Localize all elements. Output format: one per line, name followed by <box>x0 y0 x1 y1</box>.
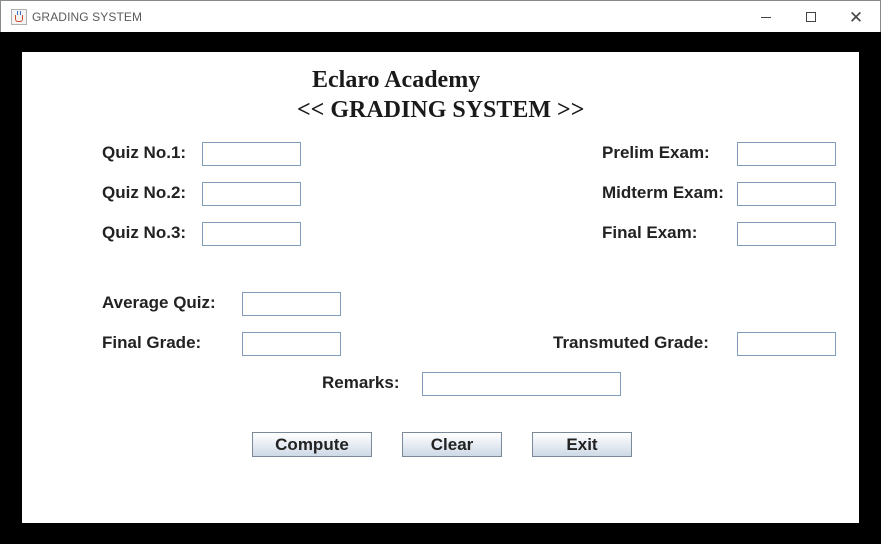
prelim-exam-input[interactable] <box>737 142 836 166</box>
quiz2-label: Quiz No.2: <box>102 183 187 202</box>
final-grade-label: Final Grade: <box>102 333 202 352</box>
window-title: GRADING SYSTEM <box>32 10 143 24</box>
transmuted-grade-field[interactable] <box>737 332 836 356</box>
prelim-exam-label: Prelim Exam: <box>602 143 710 162</box>
quiz1-label: Quiz No.1: <box>102 143 187 162</box>
average-quiz-field[interactable] <box>242 292 341 316</box>
remarks-field[interactable] <box>422 372 621 396</box>
clear-button[interactable]: Clear <box>402 432 502 457</box>
title-bar: GRADING SYSTEM ✕ <box>0 0 881 32</box>
quiz1-input[interactable] <box>202 142 301 166</box>
maximize-button[interactable] <box>788 1 834 33</box>
quiz3-input[interactable] <box>202 222 301 246</box>
school-name-heading: Eclaro Academy <box>312 67 481 93</box>
compute-button[interactable]: Compute <box>252 432 372 457</box>
quiz3-label: Quiz No.3: <box>102 223 187 242</box>
grading-form-panel: Eclaro Academy << GRADING SYSTEM >> Quiz… <box>22 52 859 523</box>
quiz2-input[interactable] <box>202 182 301 206</box>
final-grade-field[interactable] <box>242 332 341 356</box>
system-name-heading: << GRADING SYSTEM >> <box>297 97 585 123</box>
remarks-label: Remarks: <box>322 373 400 392</box>
minimize-button[interactable] <box>743 1 789 33</box>
transmuted-grade-label: Transmuted Grade: <box>553 333 709 352</box>
midterm-exam-input[interactable] <box>737 182 836 206</box>
close-icon: ✕ <box>848 7 864 27</box>
minimize-icon <box>761 16 771 18</box>
average-quiz-label: Average Quiz: <box>102 293 216 312</box>
maximize-icon <box>806 12 816 22</box>
final-exam-input[interactable] <box>737 222 836 246</box>
final-exam-label: Final Exam: <box>602 223 698 242</box>
exit-button[interactable]: Exit <box>532 432 632 457</box>
java-app-icon <box>11 9 27 25</box>
close-button[interactable]: ✕ <box>833 1 879 33</box>
midterm-exam-label: Midterm Exam: <box>602 183 724 202</box>
